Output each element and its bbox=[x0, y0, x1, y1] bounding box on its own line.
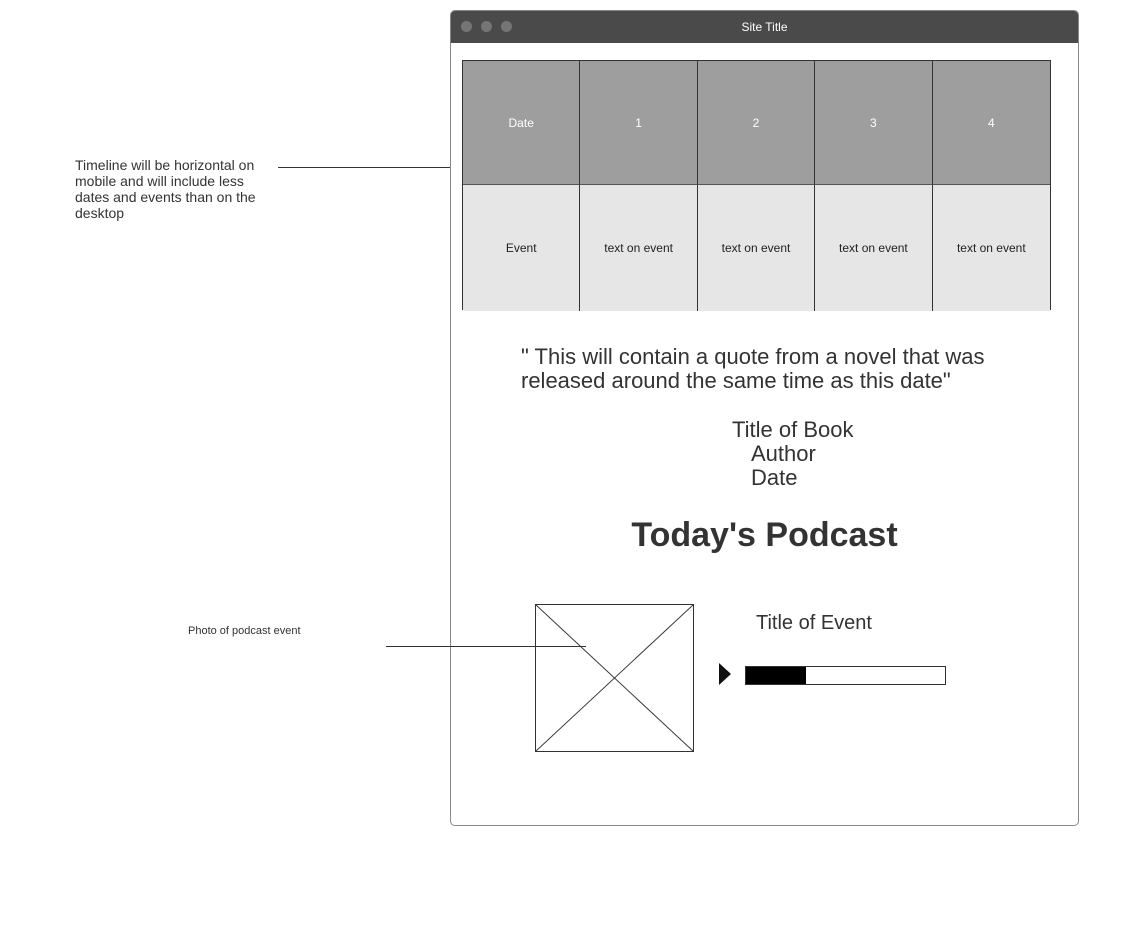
timeline-event-3[interactable]: text on event bbox=[815, 185, 933, 311]
photo-annotation-leader-line bbox=[386, 646, 586, 647]
podcast-event-title: Title of Event bbox=[756, 612, 872, 634]
book-title: Title of Book bbox=[732, 417, 854, 442]
play-icon[interactable] bbox=[719, 663, 731, 685]
timeline-header-date: Date bbox=[463, 61, 581, 185]
timeline-event-label: Event bbox=[463, 185, 581, 311]
timeline-annotation: Timeline will be horizontal on mobile an… bbox=[75, 157, 256, 221]
book-quote: " This will contain a quote from a novel… bbox=[521, 344, 985, 393]
photo-annotation: Photo of podcast event bbox=[188, 625, 301, 637]
timeline-event-2[interactable]: text on event bbox=[697, 185, 816, 311]
wireframe-canvas: Timeline will be horizontal on mobile an… bbox=[0, 0, 1129, 935]
timeline-event-1[interactable]: text on event bbox=[580, 185, 698, 311]
image-placeholder-icon bbox=[535, 604, 694, 752]
site-title: Site Title bbox=[741, 20, 788, 34]
audio-progress-bar[interactable] bbox=[745, 666, 946, 685]
audio-progress-fill bbox=[746, 667, 806, 684]
timeline-header-2[interactable]: 2 bbox=[697, 61, 816, 185]
timeline-table: Date 1 2 3 4 Event text on event text on… bbox=[462, 60, 1051, 311]
timeline-annotation-leader-line bbox=[278, 167, 478, 168]
window-titlebar: Site Title bbox=[451, 11, 1078, 43]
podcast-heading: Today's Podcast bbox=[631, 516, 898, 554]
timeline-header-1[interactable]: 1 bbox=[580, 61, 698, 185]
timeline-header-4[interactable]: 4 bbox=[932, 61, 1050, 185]
timeline-event-4[interactable]: text on event bbox=[932, 185, 1050, 311]
browser-window: Site Title Date 1 2 3 4 Event text on ev… bbox=[450, 10, 1079, 826]
timeline-header-3[interactable]: 3 bbox=[815, 61, 933, 185]
book-author: Author bbox=[751, 441, 816, 466]
book-date: Date bbox=[751, 465, 798, 490]
